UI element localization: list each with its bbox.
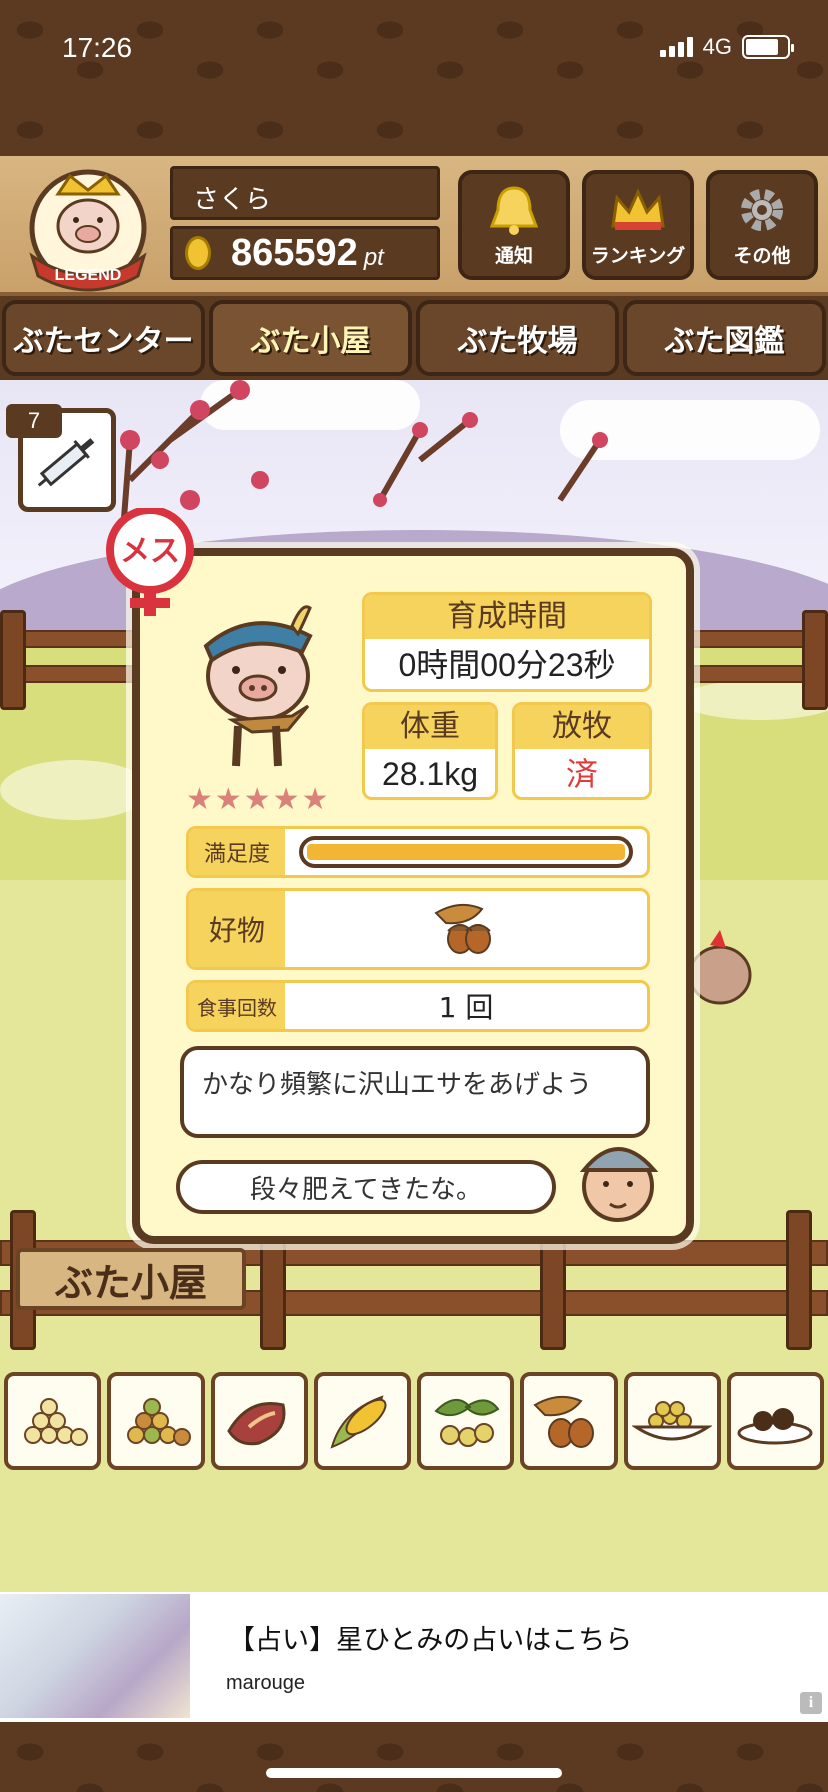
weight-box: 体重 28.1kg [362, 702, 498, 800]
bell-icon [489, 186, 539, 235]
main-nav: ぶたセンター ぶた小屋 ぶた牧場 ぶた図鑑 [0, 300, 828, 380]
background-pig-icon [690, 930, 752, 1005]
coin-icon [185, 236, 211, 270]
mixed-beans-icon [126, 1398, 191, 1446]
satisfaction-fill [307, 844, 625, 860]
battery-icon [742, 35, 794, 59]
status-indicators: 4G [659, 34, 794, 60]
satisfaction-label: 満足度 [189, 829, 285, 875]
gender-label: メス [120, 534, 180, 569]
gender-badge: メス [102, 506, 198, 618]
points-value: 865592 [231, 231, 358, 274]
food-bean-bowl[interactable] [623, 1372, 721, 1470]
food-truffle[interactable] [726, 1372, 824, 1470]
rating-stars: ★★★★★ [186, 782, 331, 817]
tab-pig-hut[interactable]: ぶた小屋 [209, 300, 412, 376]
pasture-box: 放牧 済 [512, 702, 652, 800]
growth-time-label: 育成時間 [365, 595, 649, 639]
tab-pig-ranch[interactable]: ぶた牧場 [416, 300, 619, 376]
ranking-label: ランキング [590, 245, 686, 267]
growth-time-value: 0時間00分23秒 [398, 647, 616, 683]
satisfaction-row: 満足度 [186, 826, 650, 878]
truffle-icon [737, 1408, 813, 1445]
food-green-plant[interactable] [417, 1372, 515, 1470]
ad-banner[interactable]: 【占い】星ひとみの占いはこちら marouge i [0, 1592, 828, 1722]
ad-image[interactable] [0, 1594, 190, 1718]
acorn-icon [434, 903, 491, 954]
points-display: 865592 pt [170, 226, 440, 280]
status-time: 17:26 [62, 32, 133, 63]
sweet-potato-icon [227, 1402, 286, 1446]
growth-time-box: 育成時間 0時間00分23秒 [362, 592, 652, 692]
signal-icon [659, 37, 693, 57]
favorite-row: 好物 [186, 888, 650, 970]
farmer-comment-bubble: 段々肥えてきたな。 [176, 1160, 556, 1214]
advice-bubble: かなり頻繁に沢山エサをあげよう [180, 1046, 650, 1138]
syringe-count: 7 [6, 404, 62, 438]
corn-icon [330, 1395, 387, 1449]
other-button[interactable]: その他 [706, 170, 818, 280]
bean-bowl-icon [632, 1401, 713, 1441]
pig-character-icon[interactable] [192, 596, 332, 776]
farmer-comment: 段々肥えてきたな。 [250, 1174, 482, 1205]
pasture-label: 放牧 [515, 705, 649, 749]
meals-label: 食事回数 [189, 983, 285, 1029]
hut-sign: ぶた小屋 [16, 1248, 246, 1310]
soybeans-icon [23, 1398, 88, 1446]
home-indicator[interactable] [266, 1768, 562, 1778]
ad-advertiser: marouge [226, 1672, 305, 1694]
bottom-background [0, 1722, 828, 1792]
favorite-label: 好物 [189, 891, 285, 967]
crown-icon [611, 188, 665, 230]
gear-icon [741, 189, 783, 231]
weight-value: 28.1kg [381, 756, 479, 792]
food-acorn[interactable] [520, 1372, 618, 1470]
favorite-food [285, 891, 647, 967]
food-corn[interactable] [313, 1372, 411, 1470]
green-plant-icon [434, 1399, 500, 1447]
meals-value: 1 回 [438, 991, 494, 1024]
food-bar [4, 1372, 824, 1472]
tab-pig-center[interactable]: ぶたセンター [2, 300, 205, 376]
tab-pig-encyclopedia[interactable]: ぶた図鑑 [623, 300, 826, 376]
notification-label: 通知 [494, 245, 533, 267]
network-type: 4G [702, 34, 732, 59]
other-label: その他 [733, 245, 791, 267]
pasture-value: 済 [565, 755, 598, 793]
username-display: さくら [170, 166, 440, 220]
food-mixed-beans[interactable] [107, 1372, 205, 1470]
advice-text: かなり頻繁に沢山エサをあげよう [202, 1070, 593, 1100]
food-soybeans[interactable] [4, 1372, 102, 1470]
acorn-icon [533, 1395, 594, 1448]
ad-title[interactable]: 【占い】星ひとみの占いはこちら [228, 1618, 632, 1657]
weight-label: 体重 [365, 705, 495, 749]
satisfaction-meter [285, 829, 647, 875]
farmer-icon [579, 1147, 659, 1222]
legend-emblem[interactable]: LEGEND [18, 164, 158, 294]
food-sweet-potato[interactable] [210, 1372, 308, 1470]
meals-row: 食事回数 1 回 [186, 980, 650, 1032]
ad-info-icon[interactable]: i [800, 1692, 822, 1714]
ranking-button[interactable]: ランキング [582, 170, 694, 280]
pig-info-card: ★★★★★ 育成時間 0時間00分23秒 体重 28.1kg 放牧 済 満足度 … [132, 548, 694, 1244]
username: さくら [193, 185, 272, 215]
notification-button[interactable]: 通知 [458, 170, 570, 280]
points-unit: pt [363, 244, 384, 271]
emblem-text: LEGEND [55, 267, 122, 284]
top-background [0, 0, 828, 156]
